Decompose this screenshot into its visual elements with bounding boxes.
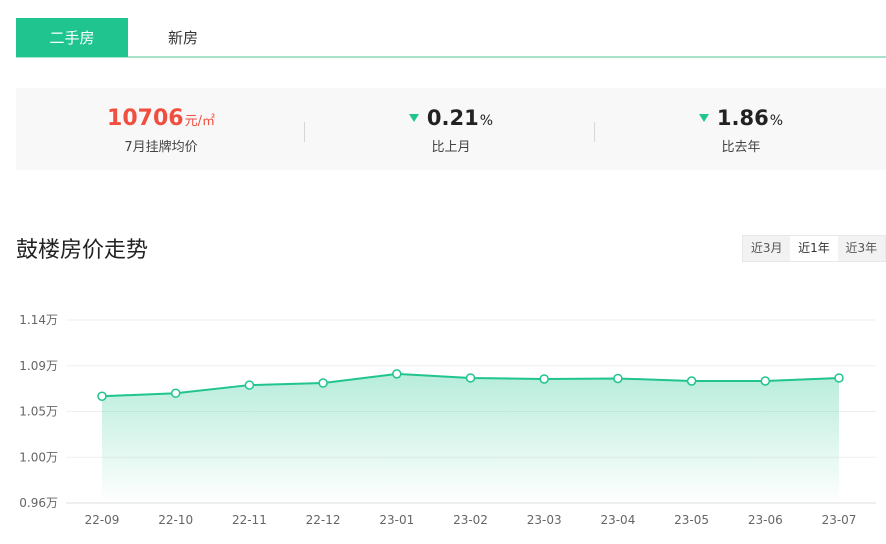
y-tick-label: 1.14万 [19,313,58,327]
down-triangle-icon [698,114,709,122]
price-data-point[interactable] [539,374,549,384]
yoy-change-unit: % [769,113,784,129]
price-stats-panel: 10706 元/㎡ 7月挂牌均价 0.21 % 比上月 1.86 % 比去年 [16,88,886,170]
x-tick-label: 23-02 [453,513,488,527]
x-tick-label: 22-09 [85,513,120,527]
x-tick-label: 23-04 [600,513,635,527]
price-data-point[interactable] [392,369,402,379]
mom-change-unit: % [479,113,494,129]
x-tick-label: 23-03 [527,513,562,527]
price-data-point[interactable] [170,388,181,398]
x-tick-label: 23-07 [822,513,857,527]
x-tick-label: 22-12 [306,513,341,527]
avg-price-value: 10706 [107,106,184,131]
price-data-point[interactable] [244,380,255,390]
x-tick-label: 22-11 [232,513,267,527]
price-data-point[interactable] [97,391,107,401]
down-triangle-icon [408,114,419,122]
price-trend-chart: 0.96万 1.00万 1.05万 1.09万 1.14万 22-09 22-10 22-1… [19,313,876,527]
x-tick-label: 23-06 [748,513,783,527]
avg-price-label: 7月挂牌均价 [124,140,198,155]
stat-divider [304,122,305,142]
time-range-switch: 近3月 近1年 近3年 [742,235,886,262]
price-data-point[interactable] [318,378,328,388]
avg-price-unit: 元/㎡ [184,114,215,129]
tab-newhouse[interactable]: 新房 [128,18,238,57]
price-data-point[interactable] [686,376,697,386]
x-tick-label: 22-10 [158,513,193,527]
range-1-year-button[interactable]: 近1年 [790,236,838,261]
tab-secondhand[interactable]: 二手房 [16,18,128,57]
y-tick-label: 1.00万 [19,450,58,464]
house-type-tabs: 二手房 新房 [16,18,886,58]
price-data-point[interactable] [760,376,771,386]
y-tick-label: 1.09万 [19,359,58,373]
y-tick-label: 0.96万 [19,496,58,510]
price-trend-title: 鼓楼房价走势 [16,238,149,263]
year-over-year-stat: 1.86 % 比去年 [596,88,886,170]
yoy-change-label: 比去年 [721,140,761,155]
price-data-point[interactable] [613,373,623,384]
avg-listing-price-stat: 10706 元/㎡ 7月挂牌均价 [16,88,306,170]
yoy-change-value: 1.86 [716,106,769,130]
month-over-month-stat: 0.21 % 比上月 [306,88,596,170]
price-data-point[interactable] [465,373,476,383]
mom-change-label: 比上月 [431,140,471,155]
mom-change-value: 0.21 [426,106,479,130]
price-area-fill [102,373,839,503]
x-tick-label: 23-01 [379,513,414,527]
stat-divider [594,122,595,142]
range-3-years-button[interactable]: 近3年 [837,236,885,261]
price-data-point[interactable] [834,373,844,383]
x-tick-label: 23-05 [674,513,709,527]
y-tick-label: 1.05万 [19,405,58,419]
range-3-months-button[interactable]: 近3月 [743,236,791,261]
